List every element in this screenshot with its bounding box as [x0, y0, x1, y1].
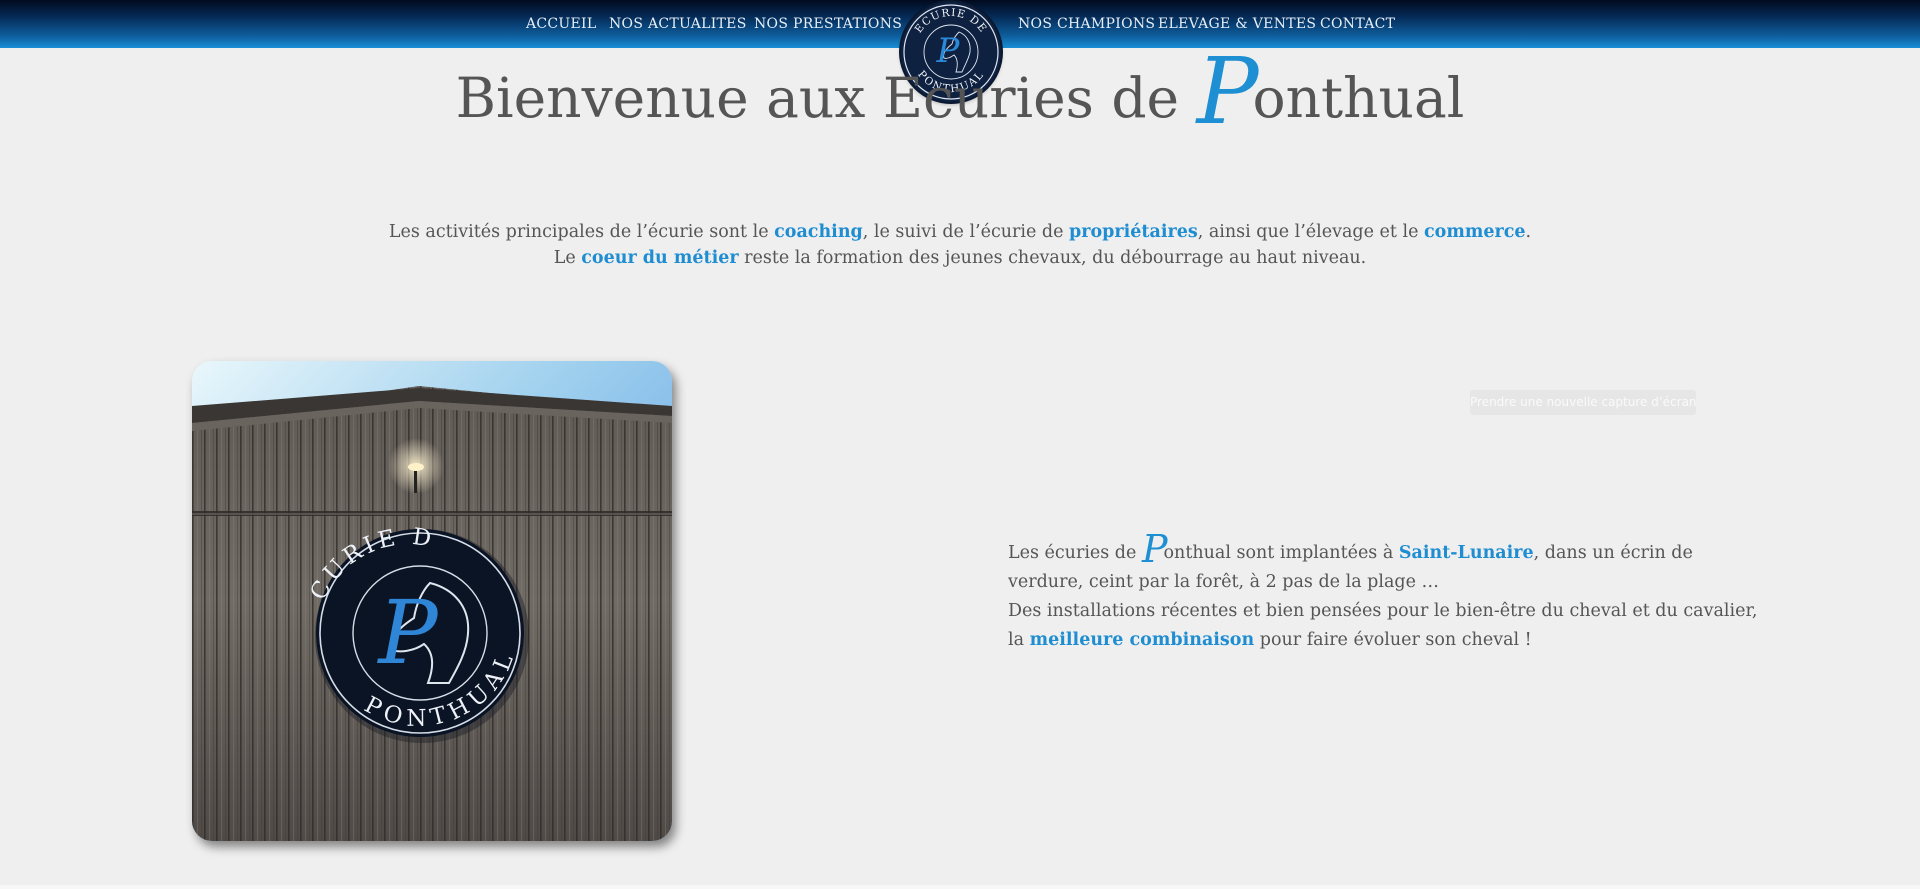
intro-line-2: Le coeur du métier reste la formation de…: [0, 245, 1920, 271]
page-title-script-letter: P: [1196, 38, 1259, 145]
page-title-suffix: onthual: [1252, 66, 1465, 130]
highlight-proprietaires: propriétaires: [1069, 222, 1198, 242]
nav-item-nos-champions[interactable]: NOS CHAMPIONS: [1018, 16, 1155, 32]
intro-paragraph: Les activités principales de l’écurie so…: [0, 219, 1920, 271]
page-title: Bienvenue aux Ecuries de Ponthual: [0, 46, 1920, 138]
highlight-saint-lunaire: Saint-Lunaire: [1398, 543, 1534, 563]
nav-item-contact[interactable]: CONTACT: [1320, 16, 1395, 32]
intro-text: reste la formation des jeunes chevaux, d…: [738, 248, 1367, 268]
nav-item-accueil[interactable]: ACCUEIL: [526, 16, 596, 32]
description-paragraph: Les écuries de Ponthual sont implantées …: [1008, 530, 1768, 655]
description-text: Les écuries de: [1008, 543, 1142, 563]
nav-item-nos-prestations[interactable]: NOS PRESTATIONS: [754, 16, 902, 32]
intro-text: , ainsi que l’élevage et le: [1197, 222, 1425, 242]
capture-screenshot-button[interactable]: Prendre une nouvelle capture d’écran: [1470, 390, 1696, 415]
nav-item-elevage-ventes[interactable]: ELEVAGE & VENTES: [1158, 16, 1316, 32]
logo-letter: P: [936, 31, 961, 71]
nav-item-nos-actualites[interactable]: NOS ACTUALITES: [609, 16, 747, 32]
highlight-coeur-du-metier: coeur du métier: [581, 248, 739, 268]
intro-text: .: [1525, 222, 1532, 242]
intro-text: Les activités principales de l’écurie so…: [388, 222, 775, 242]
intro-text: Le: [553, 248, 582, 268]
barn-photo: ECURIE DE PONTHUAL P: [192, 361, 672, 841]
page-bottom-divider: [0, 885, 1920, 889]
intro-text: , le suivi de l’écurie de: [862, 222, 1070, 242]
sign-letter: P: [376, 581, 439, 684]
intro-line-1: Les activités principales de l’écurie so…: [0, 219, 1920, 245]
highlight-coaching: coaching: [774, 222, 863, 242]
description-text: pour faire évoluer son cheval !: [1254, 630, 1532, 650]
description-text: onthual sont implantées à: [1163, 543, 1399, 563]
barn-sign-image: ECURIE DE PONTHUAL P: [192, 361, 672, 841]
highlight-commerce: commerce: [1424, 222, 1526, 242]
description-script-letter: P: [1141, 527, 1168, 571]
highlight-meilleure-combinaison: meilleure combinaison: [1029, 630, 1255, 650]
page-title-prefix: Bienvenue aux Ecuries de: [455, 66, 1197, 130]
